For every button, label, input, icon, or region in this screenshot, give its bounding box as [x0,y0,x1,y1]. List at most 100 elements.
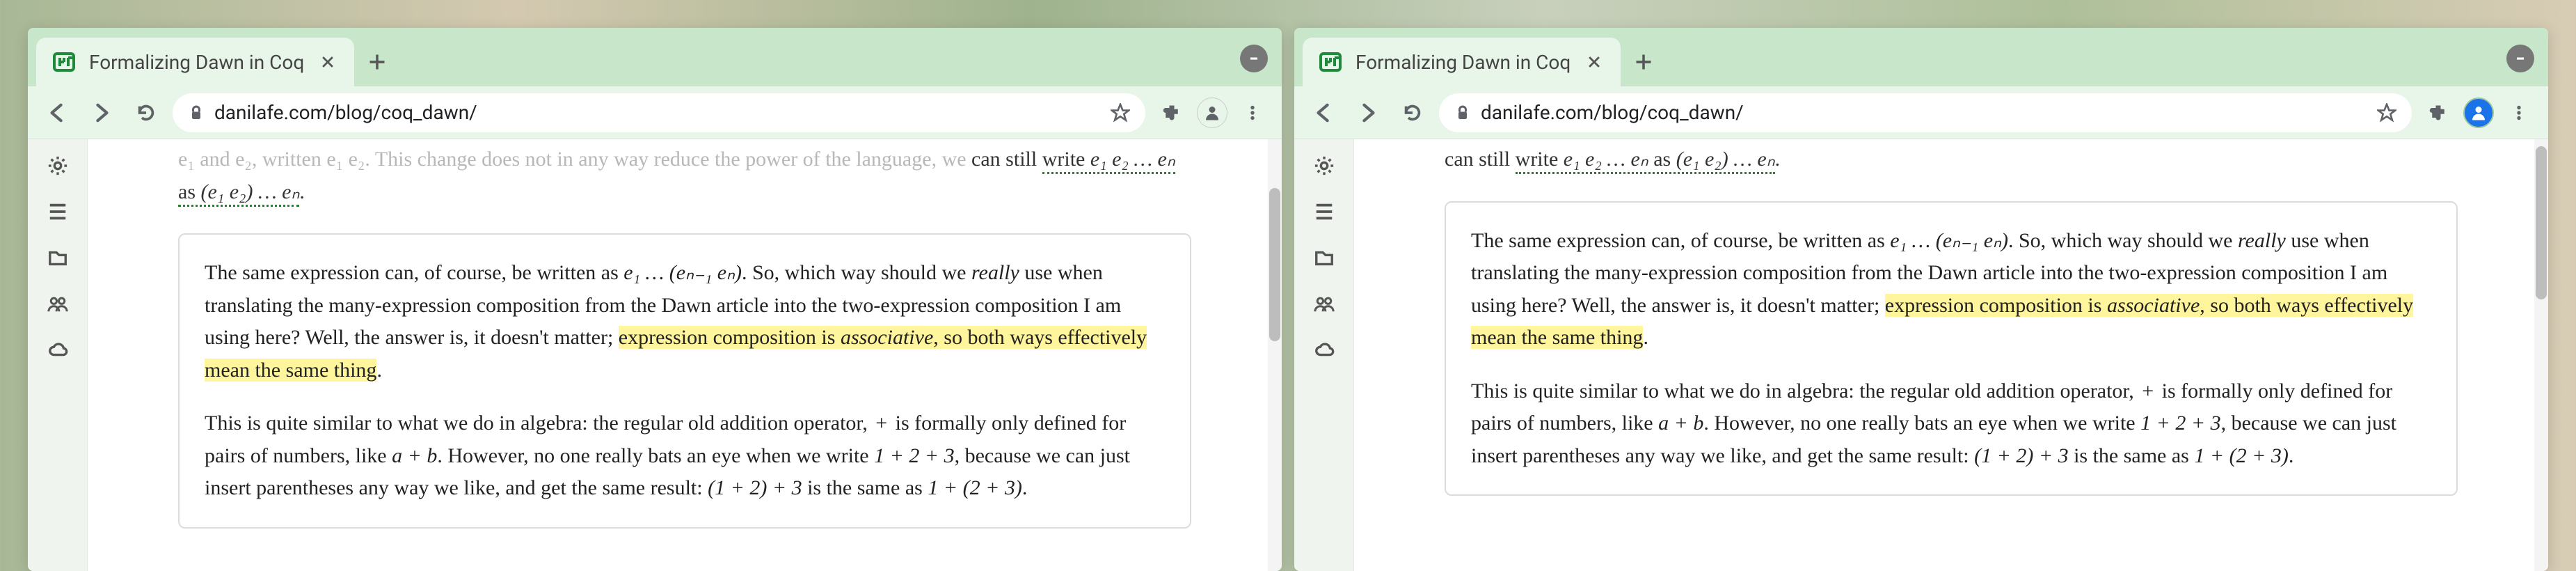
p1-hl-assoc: associative [841,326,933,349]
p1-math1: e₁ … (eₙ₋₁ eₙ) [1890,229,2008,252]
vertical-scrollbar[interactable] [1268,139,1282,571]
p2-e: is the same as [802,476,928,499]
window-control-icon[interactable] [2506,45,2534,72]
p2-a: This is quite similar to what we do in a… [205,412,873,435]
prelude-text: can still write e₁ e₂ … eₙ as (e₁ e₂) … … [1445,139,2458,176]
article-body: can still write e₁ e₂ … eₙ as (e₁ e₂) … … [1354,139,2548,524]
profile-avatar-button[interactable] [2463,97,2494,128]
prelude-dotted-b: write [1516,148,1564,171]
back-button[interactable] [1305,95,1342,131]
p2-c: . However, no one really bats an eye whe… [437,444,874,467]
p2-dot: . [1022,476,1028,499]
cloud-icon[interactable] [44,336,72,363]
content-area: e₁ and e₂, written e₁ e₂. This change do… [28,139,1282,571]
new-tab-button[interactable] [1625,43,1662,81]
toolbar: danilafe.com/blog/coq_dawn/ [28,86,1282,139]
p1-hl-a: expression composition is [1885,294,2107,317]
star-bookmark-icon[interactable] [2377,103,2396,123]
people-icon[interactable] [1310,290,1338,318]
prelude-dotted-b: write [1042,148,1090,171]
cloud-icon[interactable] [1310,336,1338,363]
p2-plus: + [873,412,890,435]
prelude-faded: e₁ and e₂, written e₁ e₂. This change do… [178,148,971,171]
callout-paragraph-2: This is quite similar to what we do in a… [205,407,1165,505]
browser-tab[interactable]: Formalizing Dawn in Coq [36,38,354,86]
gear-icon[interactable] [44,152,72,180]
p2-123: 1 + 2 + 3 [874,444,955,467]
callout-box: The same expression can, of course, be w… [1445,201,2458,496]
folder-icon[interactable] [1310,244,1338,272]
p1-b: . So, which way should we [742,261,971,284]
p2-c: . However, no one really bats an eye whe… [1703,412,2140,435]
p2-lhs: (1 + 2) + 3 [708,476,802,499]
url-text: danilafe.com/blog/coq_dawn/ [214,101,1101,124]
back-button[interactable] [39,95,75,131]
list-icon[interactable] [1310,198,1338,226]
prelude-dot: . [299,180,305,203]
p2-123: 1 + 2 + 3 [2140,412,2221,435]
toolbar: danilafe.com/blog/coq_dawn/ [1294,86,2548,139]
prelude-dot: . [1775,148,1781,171]
p2-ab: a + b [392,444,437,467]
lock-icon [1454,104,1471,121]
extensions-button[interactable] [2420,95,2456,131]
address-bar[interactable]: danilafe.com/blog/coq_dawn/ [1439,93,2412,132]
callout-paragraph-2: This is quite similar to what we do in a… [1471,375,2431,473]
prelude-plain-c: as [178,180,201,203]
prelude-math-cd: (e₁ e₂) … eₙ [201,180,300,203]
reload-button[interactable] [128,95,164,131]
gear-icon[interactable] [1310,152,1338,180]
p1-hl-dot: . [376,359,382,382]
side-rail [1294,139,1354,571]
tab-title: Formalizing Dawn in Coq [1355,51,1571,74]
p2-rhs: 1 + (2 + 3) [2194,444,2288,467]
p1-a: The same expression can, of course, be w… [1471,229,1890,252]
callout-paragraph-1: The same expression can, of course, be w… [1471,225,2431,354]
folder-icon[interactable] [44,244,72,272]
site-favicon-icon [53,51,75,73]
content-area: can still write e₁ e₂ … eₙ as (e₁ e₂) … … [1294,139,2548,571]
scroll-thumb[interactable] [1269,188,1280,341]
reload-button[interactable] [1394,95,1431,131]
p1-hl-assoc: associative [2107,294,2200,317]
people-icon[interactable] [44,290,72,318]
p2-plus: + [2139,380,2156,402]
side-rail [28,139,88,571]
p2-rhs: 1 + (2 + 3) [928,476,1021,499]
p1-a: The same expression can, of course, be w… [205,261,623,284]
tab-close-button[interactable] [318,52,337,72]
menu-button[interactable] [2501,95,2537,131]
tab-close-button[interactable] [1584,52,1604,72]
new-tab-button[interactable] [358,43,396,81]
prelude-plain-a: can still [1445,148,1516,171]
p1-hl-a: expression composition is [619,326,841,349]
p2-dot: . [2289,444,2294,467]
tab-bar: Formalizing Dawn in Coq [1294,28,2548,86]
p1-math1: e₁ … (eₙ₋₁ eₙ) [623,261,742,284]
p1-really: really [971,261,1019,284]
scroll-thumb[interactable] [2536,146,2547,299]
p2-ab: a + b [1658,412,1703,435]
url-text: danilafe.com/blog/coq_dawn/ [1481,101,2367,124]
prelude-math-ab: e₁ e₂ … eₙ [1090,148,1175,171]
p1-hl-dot: . [1643,326,1648,349]
extensions-button[interactable] [1154,95,1190,131]
tab-title: Formalizing Dawn in Coq [89,51,304,74]
star-bookmark-icon[interactable] [1111,103,1130,123]
p1-really: really [2238,229,2286,252]
browser-tab[interactable]: Formalizing Dawn in Coq [1303,38,1621,86]
prelude-plain-a: can still [971,148,1042,171]
forward-button[interactable] [1350,95,1386,131]
page-viewport: can still write e₁ e₂ … eₙ as (e₁ e₂) … … [1354,139,2548,571]
list-icon[interactable] [44,198,72,226]
menu-button[interactable] [1234,95,1271,131]
window-control-icon[interactable] [1240,45,1268,72]
site-favicon-icon [1319,51,1342,73]
prelude-math-ab: e₁ e₂ … eₙ [1564,148,1648,171]
vertical-scrollbar[interactable] [2534,139,2548,571]
forward-button[interactable] [84,95,120,131]
p1-b: . So, which way should we [2008,229,2238,252]
address-bar[interactable]: danilafe.com/blog/coq_dawn/ [173,93,1145,132]
profile-avatar-button[interactable] [1197,97,1227,128]
p2-e: is the same as [2069,444,2195,467]
